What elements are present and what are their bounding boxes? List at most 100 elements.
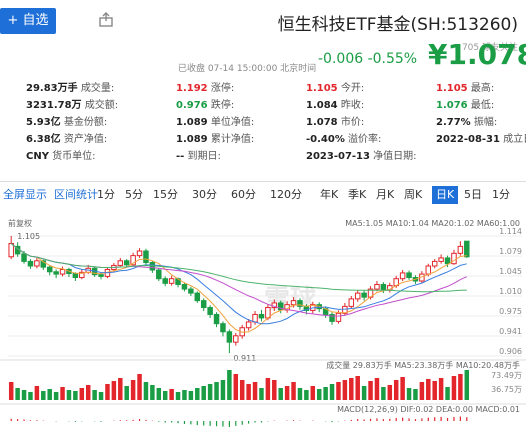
candle-body xyxy=(457,245,464,254)
candle-body xyxy=(200,300,207,309)
tab-period[interactable]: 周K xyxy=(404,186,422,204)
volume-bar xyxy=(393,380,399,400)
stat-value: -0.40% xyxy=(306,134,345,145)
fullscreen-link[interactable]: 全屏显示 xyxy=(3,186,47,204)
tab-period[interactable]: 月K xyxy=(376,186,394,204)
volume-tick-label: 36.75万 xyxy=(491,385,522,394)
tab-period[interactable]: 60分 xyxy=(231,186,256,204)
ma-legend: MA5:1.05 MA10:1.04 MA20:1.02 MA60:1.00 xyxy=(345,219,520,228)
stat-value: 2.77% xyxy=(436,117,471,128)
add-favorite-button[interactable]: + 自选 xyxy=(0,8,56,34)
stat-cell: 29.83万手 成交量: xyxy=(26,80,114,97)
macd-legend: MACD(12,26,9) DIF:0.02 DEA:0.00 MACD:0.0… xyxy=(337,405,520,414)
volume-bar xyxy=(265,378,271,400)
stat-value: 1.089 xyxy=(176,117,208,128)
stat-value: 0.976 xyxy=(176,100,208,111)
volume-bar xyxy=(188,391,194,400)
volume-bar xyxy=(310,386,316,400)
volume-bar xyxy=(47,389,52,400)
stat-cell: -0.40% 溢价率: xyxy=(306,131,381,148)
volume-bar xyxy=(426,379,431,400)
stat-cell: 5.93亿 基金份额: xyxy=(26,114,107,131)
range-stats-link[interactable]: 区间统计 xyxy=(54,186,98,204)
candle-body xyxy=(8,243,14,258)
volume-bar xyxy=(195,388,200,400)
price-tick-label: 0.975 xyxy=(499,307,522,316)
tab-period[interactable]: 1分 xyxy=(97,186,115,204)
stat-cell: 1.084 昨收: xyxy=(306,97,364,114)
candle-body xyxy=(335,312,342,322)
stat-value: 1.084 xyxy=(306,100,338,111)
volume-bar xyxy=(419,382,425,400)
tab-period[interactable]: 5日 xyxy=(464,186,482,204)
stat-cell: 0.976 跌停: xyxy=(176,97,234,114)
stat-value: 1.105 xyxy=(436,83,468,94)
candle-body xyxy=(136,250,143,257)
volume-bar xyxy=(201,386,206,400)
share-icon[interactable] xyxy=(98,12,114,28)
volume-bar xyxy=(272,380,277,400)
volume-bar xyxy=(60,387,65,400)
stat-cell: 3231.78万 成交额: xyxy=(26,97,118,114)
volume-bar xyxy=(349,378,354,400)
volume-bar xyxy=(451,376,457,400)
candle-body xyxy=(98,274,104,277)
tab-period[interactable]: 1分 xyxy=(492,186,510,204)
volume-legend: 成交量 29.83万手 MA5:23.38万手 MA10:20.48万手 xyxy=(326,360,520,370)
stat-value: 1.089 xyxy=(176,134,208,145)
stat-label: 溢价率: xyxy=(344,134,382,145)
volume-bar xyxy=(368,381,373,400)
volume-bar xyxy=(137,374,142,400)
volume-bar xyxy=(458,374,463,400)
candle-body xyxy=(168,278,175,284)
ma5-line xyxy=(10,243,467,333)
price-tick-label: 1.114 xyxy=(499,227,522,236)
stat-value: 1.105 xyxy=(306,83,338,94)
volume-bar xyxy=(438,378,444,400)
tab-period[interactable]: 30分 xyxy=(192,186,217,204)
price-tick-label: 1.079 xyxy=(499,247,522,256)
volume-bar xyxy=(214,382,219,400)
volume-bar xyxy=(34,386,40,400)
current-price: ¥1.078 xyxy=(428,38,526,71)
candle-body xyxy=(21,253,27,262)
tab-period[interactable]: 日K xyxy=(432,186,459,204)
candle-body xyxy=(188,288,194,294)
volume-bar xyxy=(207,384,213,400)
stat-cell: 1.105 最高: xyxy=(436,80,494,97)
volume-bar xyxy=(413,389,418,400)
volume-bar xyxy=(220,380,226,400)
volume-bar xyxy=(400,377,405,400)
volume-bar xyxy=(445,387,450,400)
candle-body xyxy=(162,278,168,284)
chart-tabs: 1分 5日 日K 周K 月K 季K 年K 120分 60分 30分 15分 5分 1分 全屏显示 区间统计 xyxy=(0,186,526,204)
candle-body xyxy=(34,260,40,267)
stat-cell: 1.089 累计净值: xyxy=(176,131,254,148)
tab-period[interactable]: 季K xyxy=(348,186,366,204)
stat-cell: 1.089 单位净值: xyxy=(176,114,254,131)
stat-label: 涨停: xyxy=(207,83,235,94)
volume-bar xyxy=(143,382,149,400)
volume-bar xyxy=(182,390,187,400)
stat-label: 昨收: xyxy=(337,100,365,111)
stat-label: 到期日: xyxy=(184,151,221,162)
volume-bar xyxy=(432,381,437,400)
volume-tick-label: 73.49万 xyxy=(491,371,522,380)
stat-label: 单位净值: xyxy=(207,117,255,128)
tab-period[interactable]: 15分 xyxy=(153,186,178,204)
volume-bar xyxy=(130,380,136,400)
stat-label: 成交量: xyxy=(77,83,115,94)
candle-body xyxy=(220,323,226,333)
market-status: 已收盘 07-14 15:00:00 北京时间 xyxy=(178,64,317,74)
candle-body xyxy=(46,266,53,273)
price-tick-label: 0.941 xyxy=(499,327,522,336)
stat-label: 基金份额: xyxy=(60,117,108,128)
candle-body xyxy=(361,292,367,298)
volume-bar xyxy=(85,385,91,400)
tab-period[interactable]: 5分 xyxy=(125,186,143,204)
tab-period[interactable]: 120分 xyxy=(270,186,302,204)
volume-bar xyxy=(162,391,168,400)
candle-body xyxy=(59,268,66,275)
tab-period[interactable]: 年K xyxy=(320,186,338,204)
high-marker: 1.105 xyxy=(17,232,40,241)
